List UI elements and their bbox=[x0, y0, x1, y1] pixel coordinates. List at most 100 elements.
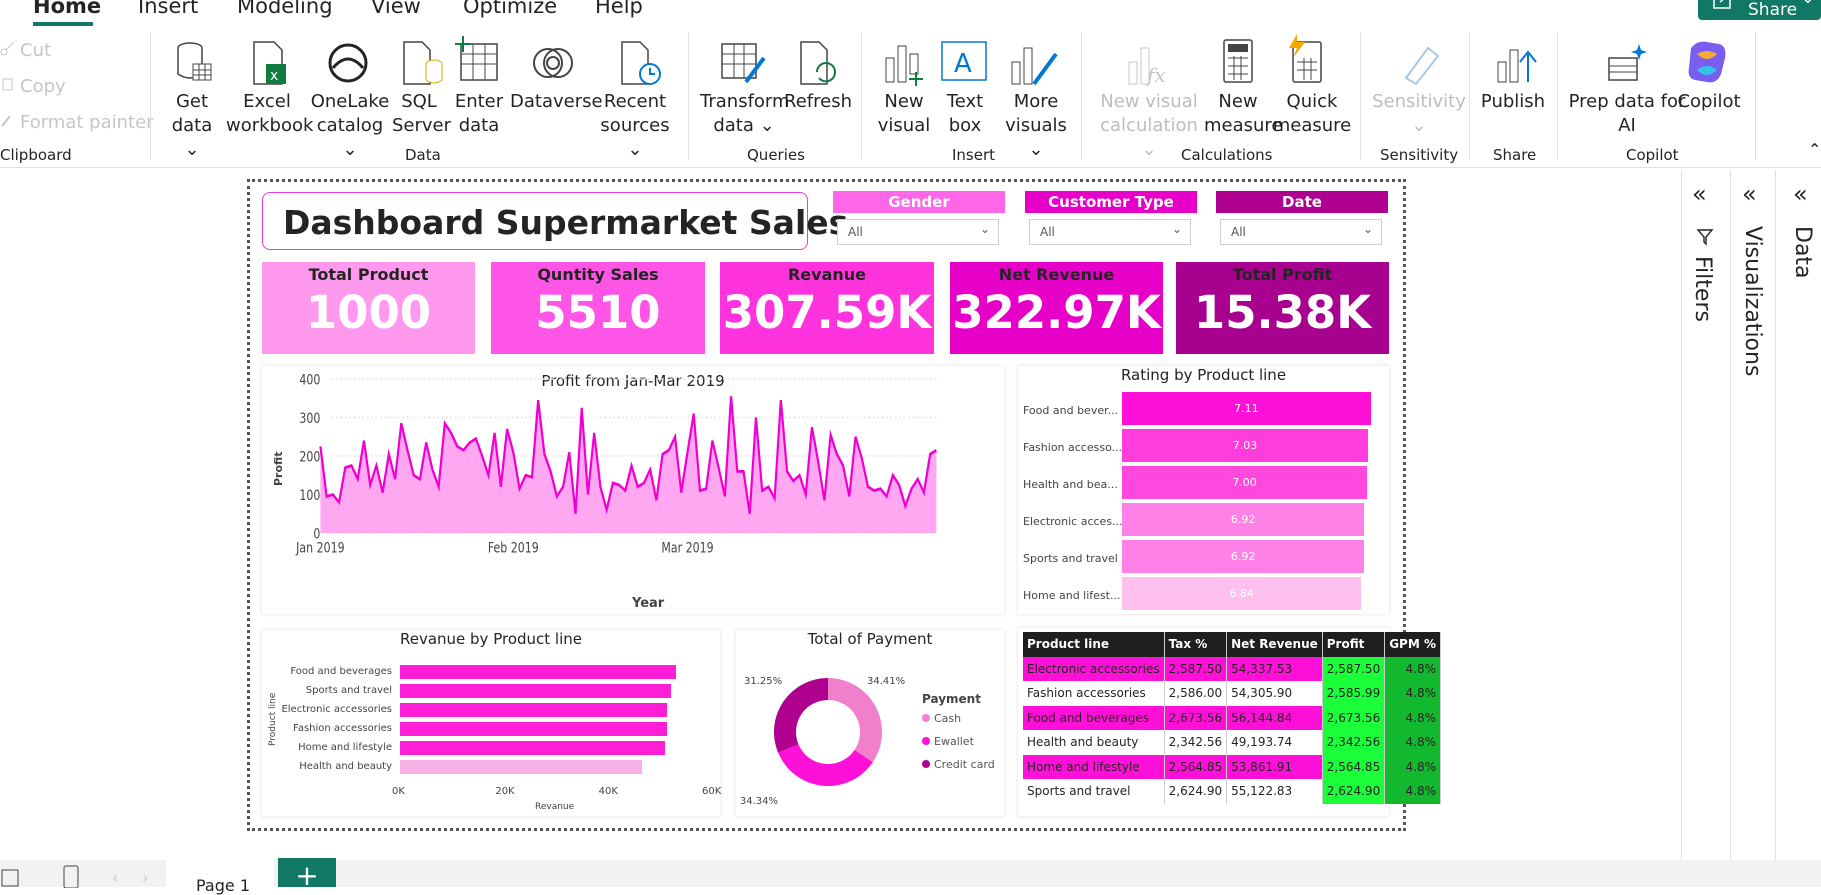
table-row[interactable]: Home and lifestyle 2,564.85 53,861.91 2,564… bbox=[1023, 754, 1441, 779]
donut-data-label: 34.34% bbox=[740, 796, 778, 807]
tab-view[interactable]: View bbox=[371, 0, 421, 18]
new-visual-button[interactable]: New visual bbox=[874, 90, 934, 138]
rating-category-label: Fashion accesso... bbox=[1023, 441, 1123, 454]
filters-pane-tab[interactable]: Filters bbox=[1690, 256, 1715, 322]
tab-modeling[interactable]: Modeling bbox=[237, 0, 333, 18]
revenue-bar[interactable] bbox=[400, 722, 668, 736]
rating-bar[interactable]: 6.84 bbox=[1122, 577, 1362, 610]
dataverse-button[interactable]: Dataverse bbox=[510, 90, 603, 114]
kpi-value: 15.38K bbox=[1193, 286, 1372, 339]
table-column-header[interactable]: Profit bbox=[1322, 632, 1386, 657]
separator bbox=[1755, 32, 1756, 160]
rating-bar[interactable]: 7.11 bbox=[1122, 392, 1371, 425]
revenue-bar[interactable] bbox=[400, 684, 672, 698]
share-button[interactable]: Share ⌄ bbox=[1698, 0, 1821, 20]
group-data: Data bbox=[405, 146, 441, 164]
expand-data-icon[interactable]: « bbox=[1793, 180, 1808, 208]
svg-text:A: A bbox=[954, 49, 972, 79]
refresh-icon bbox=[800, 41, 837, 85]
kpi-net-revenue: Net Revenue 322.97K bbox=[950, 262, 1163, 354]
separator bbox=[150, 32, 151, 160]
prev-page-icon[interactable]: ‹ bbox=[112, 868, 118, 887]
table-column-header[interactable]: Net Revenue bbox=[1226, 632, 1323, 657]
expand-visualizations-icon[interactable]: « bbox=[1742, 180, 1757, 208]
quick-measure-button[interactable]: Quick measure bbox=[1272, 90, 1352, 138]
revenue-category-label: Home and lifestyle bbox=[298, 742, 392, 753]
recent-sources-button[interactable]: Recent sources ⌄ bbox=[592, 90, 678, 162]
customer-type-slicer-value: All bbox=[1040, 225, 1055, 239]
table-row[interactable]: Electronic accessories 2,587.50 54,337.53 2… bbox=[1023, 656, 1441, 681]
mobile-layout-icon[interactable] bbox=[62, 864, 80, 888]
chevron-down-icon: ⌄ bbox=[1362, 222, 1373, 236]
expand-filters-icon[interactable]: « bbox=[1692, 180, 1707, 208]
table-cell: 4.8% bbox=[1384, 754, 1441, 779]
excel-icon: x bbox=[253, 41, 286, 85]
revenue-x-tick-label: 20K bbox=[495, 786, 515, 797]
sql-server-icon bbox=[403, 41, 443, 85]
rating-bar[interactable]: 6.92 bbox=[1122, 503, 1365, 536]
revenue-x-tick-label: 0K bbox=[392, 786, 405, 797]
payment-donut-chart[interactable]: 34.41% Cash 34.34% Ewallet 31.25% Credit card bbox=[736, 650, 1004, 816]
add-page-button[interactable]: + bbox=[278, 858, 336, 892]
profit-plot: 0100200300400Jan 2019 Feb 2019 Mar 2019 bbox=[295, 371, 937, 556]
pane-divider bbox=[1775, 170, 1776, 860]
date-slicer-dropdown[interactable]: All ⌄ bbox=[1220, 219, 1382, 245]
rating-bar[interactable]: 7.03 bbox=[1122, 429, 1369, 462]
revenue-y-axis-label: Product line bbox=[268, 692, 278, 746]
rating-bar[interactable]: 7.00 bbox=[1122, 466, 1367, 499]
recent-sources-icon bbox=[621, 41, 661, 85]
data-pane-tab[interactable]: Data bbox=[1790, 226, 1815, 279]
table-cell: 2,564.85 bbox=[1322, 754, 1386, 779]
table-row[interactable]: Health and beauty 2,342.56 49,193.74 2,342.… bbox=[1023, 730, 1441, 755]
excel-workbook-button[interactable]: Excel workbook bbox=[226, 90, 313, 138]
payment-legend-title: Payment bbox=[922, 692, 981, 706]
sql-server-button[interactable]: SQL Server bbox=[392, 90, 451, 138]
tab-help[interactable]: Help bbox=[595, 0, 643, 18]
table-column-header[interactable]: Tax % bbox=[1164, 632, 1228, 657]
kpi-label: Quntity Sales bbox=[537, 265, 659, 284]
enter-data-button[interactable]: Enter data bbox=[450, 90, 508, 138]
group-calculations: Calculations bbox=[1181, 146, 1273, 164]
table-row[interactable]: Food and beverages 2,673.56 56,144.84 2,673… bbox=[1023, 705, 1441, 730]
gender-slicer-dropdown[interactable]: All ⌄ bbox=[837, 219, 999, 245]
transform-data-button[interactable]: Transform data ⌄ bbox=[700, 90, 790, 138]
table-row[interactable]: Fashion accessories 2,586.00 54,305.90 2,58… bbox=[1023, 681, 1441, 706]
copilot-button[interactable]: Copilot bbox=[1676, 90, 1742, 114]
profit-area-chart[interactable]: 0100200300400Jan 2019 Feb 2019 Mar 2019 bbox=[262, 366, 1004, 614]
table-column-header[interactable]: Product line bbox=[1023, 632, 1165, 657]
publish-button[interactable]: Publish bbox=[1478, 90, 1548, 114]
customer-type-slicer-dropdown[interactable]: All ⌄ bbox=[1029, 219, 1191, 245]
rating-chart-title: Rating by Product line bbox=[1120, 366, 1287, 384]
tab-home[interactable]: Home bbox=[33, 0, 101, 18]
onelake-catalog-button[interactable]: OneLake catalog ⌄ bbox=[310, 90, 390, 162]
get-data-button[interactable]: Get data ⌄ bbox=[162, 90, 222, 162]
next-page-icon[interactable]: › bbox=[142, 868, 148, 887]
separator bbox=[1469, 32, 1470, 160]
page-view-icon[interactable] bbox=[0, 868, 20, 888]
legend-swatch bbox=[922, 714, 930, 722]
text-box-button[interactable]: Text box bbox=[938, 90, 992, 138]
revenue-bar[interactable] bbox=[400, 741, 666, 755]
cut-button[interactable]: Cut bbox=[20, 40, 51, 61]
separator bbox=[688, 32, 689, 160]
refresh-button[interactable]: Refresh bbox=[784, 90, 852, 114]
revenue-bar[interactable] bbox=[400, 703, 668, 717]
table-row[interactable]: Sports and travel 2,624.90 55,122.83 2,624.… bbox=[1023, 779, 1441, 804]
more-visuals-button[interactable]: More visuals ⌄ bbox=[1000, 90, 1072, 162]
table-column-header[interactable]: GPM % bbox=[1384, 632, 1441, 657]
copy-button[interactable]: Copy bbox=[20, 76, 66, 97]
legend-label: Cash bbox=[934, 712, 961, 725]
rating-bar[interactable]: 6.92 bbox=[1122, 540, 1365, 573]
collapse-ribbon-icon[interactable]: ⌃ bbox=[1808, 140, 1821, 159]
revenue-bar[interactable] bbox=[400, 760, 643, 774]
tab-optimize[interactable]: Optimize bbox=[463, 0, 557, 18]
revenue-bar[interactable] bbox=[400, 665, 677, 679]
visualizations-pane-tab[interactable]: Visualizations bbox=[1740, 226, 1765, 376]
tab-insert[interactable]: Insert bbox=[138, 0, 198, 18]
sensitivity-button[interactable]: Sensitivity ⌄ bbox=[1370, 90, 1468, 138]
summary-table[interactable]: Product line Tax % Net Revenue Profit GPM % E… bbox=[1023, 632, 1441, 804]
format-painter-button[interactable]: Format painter bbox=[20, 112, 154, 133]
page-tab-1[interactable]: Page 1 bbox=[166, 860, 274, 895]
new-measure-button[interactable]: New measure bbox=[1204, 90, 1283, 138]
prep-data-ai-button[interactable]: Prep data for AI bbox=[1568, 90, 1686, 138]
